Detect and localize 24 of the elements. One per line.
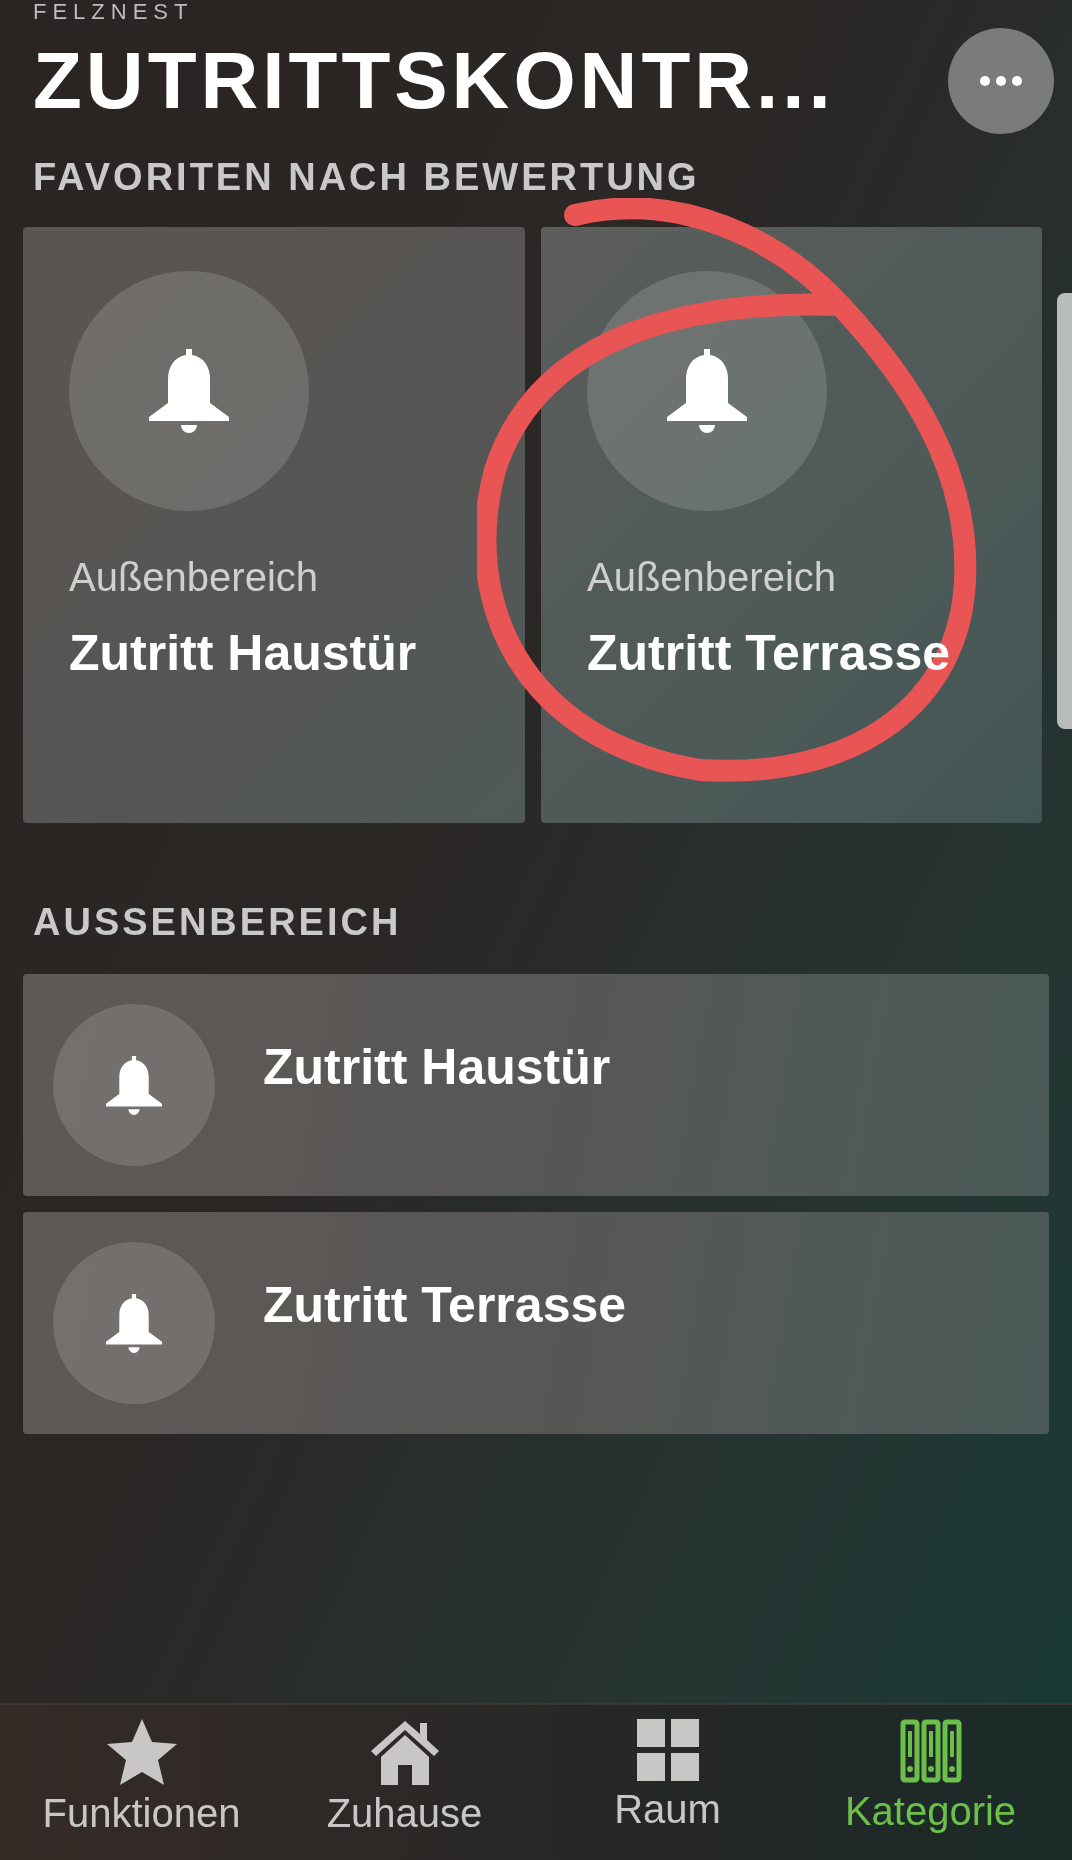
favorite-card[interactable]: Außenbereich Zutritt Haustür [23, 227, 525, 823]
nav-tab[interactable]: Raum [542, 1705, 793, 1860]
room-label: Außenbereich [587, 555, 838, 600]
device-name: Zutritt Haustür [263, 1038, 611, 1096]
nav-tab[interactable]: Funktionen [16, 1705, 267, 1860]
nav-tab[interactable]: Kategorie [805, 1705, 1056, 1860]
bell-icon [106, 1293, 162, 1353]
section-heading: FAVORITEN NACH BEWERTUNG [33, 156, 701, 199]
bell-icon [106, 1055, 162, 1115]
binders-icon [899, 1719, 962, 1783]
device-row[interactable]: Zutritt Terrasse [23, 1212, 1049, 1434]
room-label: Außenbereich [69, 555, 320, 600]
bell-icon [149, 349, 229, 433]
page-title: ZUTRITTSKONTR... [33, 35, 835, 127]
device-name: Zutritt Terrasse [263, 1276, 627, 1334]
bell-icon [667, 349, 747, 433]
star-icon [106, 1719, 177, 1785]
device-row[interactable]: Zutritt Haustür [23, 974, 1049, 1196]
section-heading: AUSSENBEREICH [33, 901, 403, 944]
nav-tab[interactable]: Zuhause [279, 1705, 530, 1860]
app-label: FELZNEST [33, 0, 195, 24]
device-name: Zutritt Haustür [69, 624, 418, 682]
grid-icon [636, 1719, 699, 1781]
more-icon [979, 75, 1023, 87]
